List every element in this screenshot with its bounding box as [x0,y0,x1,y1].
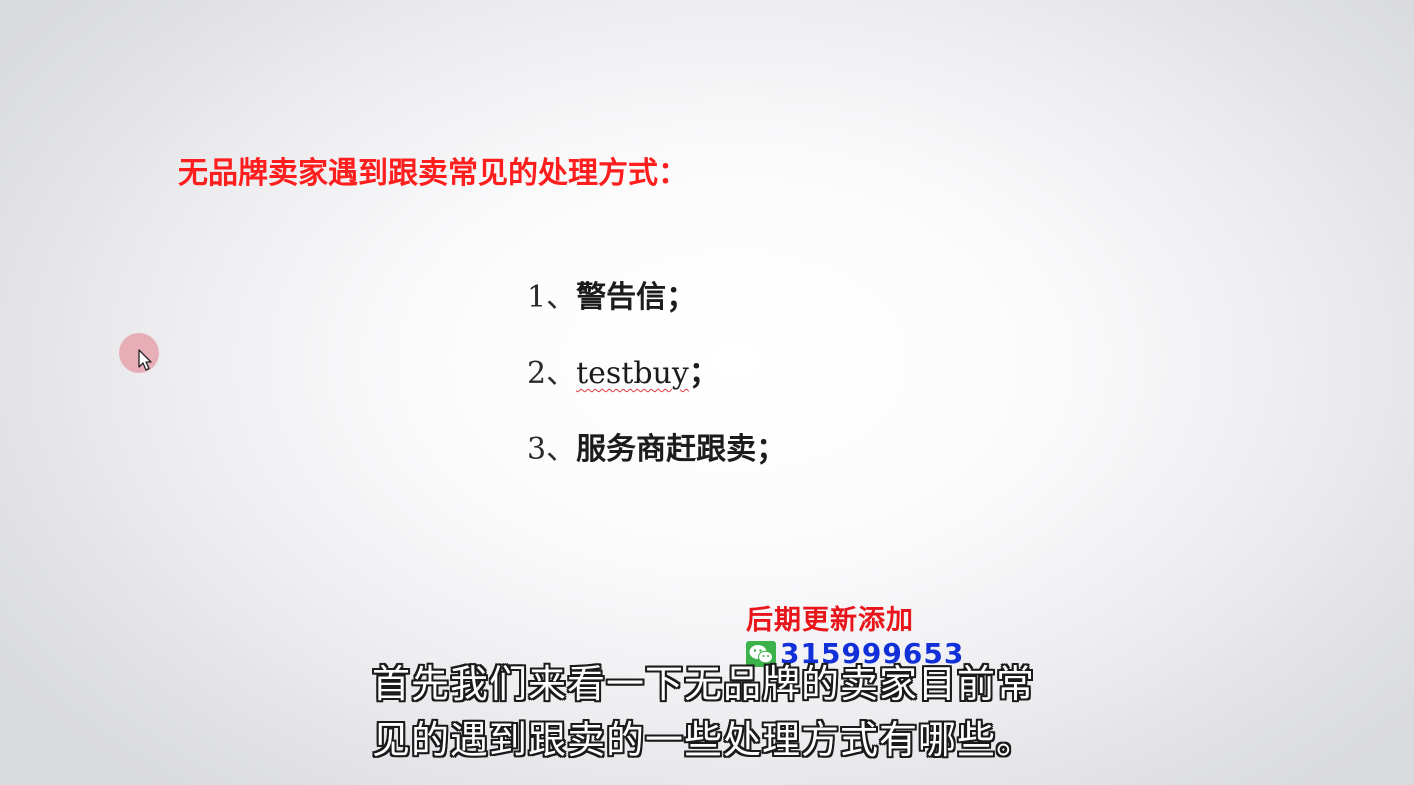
list-item-number: 1、 [527,280,577,315]
mouse-cursor-icon [119,333,159,373]
list-item-number: 2、 [527,356,577,391]
list-item: 1、警告信； [527,272,696,316]
list-item-text: 警告信 [576,280,667,315]
list-item-punct: ； [688,356,719,391]
list-item-text: 服务商赶跟卖 [576,432,757,467]
slide-title: 无品牌卖家遇到跟卖常见的处理方式： [178,156,688,191]
subtitle-line: 见的遇到跟卖的一些处理方式有哪些。 [372,718,1036,762]
list-item-punct: ； [756,432,787,467]
subtitle-line: 首先我们来看一下无品牌的卖家目前常 [372,662,1036,706]
watermark-text: 后期更新添加 [746,605,914,636]
list-item: 3、服务商赶跟卖； [527,424,786,468]
list-item-text: testbuy [576,356,689,391]
list-item-punct: ； [666,280,697,315]
list-item-number: 3、 [527,432,577,467]
subtitles: 首先我们来看一下无品牌的卖家目前常 见的遇到跟卖的一些处理方式有哪些。 [372,656,1035,768]
list-item: 2、testbuy； [527,348,719,392]
